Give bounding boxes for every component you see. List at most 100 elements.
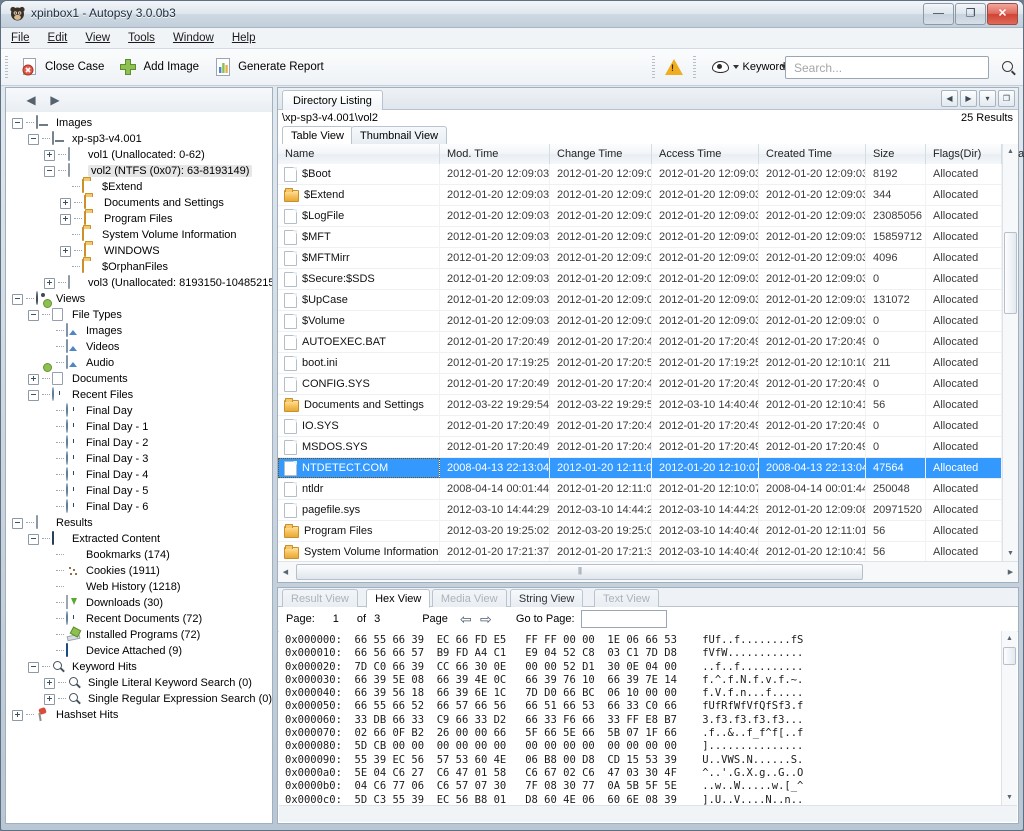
menu-file[interactable]: File — [9, 31, 32, 45]
column-header-size[interactable]: Size — [866, 144, 926, 164]
tree-item-keyword-hits[interactable]: Keyword Hits — [6, 659, 272, 675]
expand-toggle[interactable] — [60, 246, 71, 257]
tree-item-extracted-content[interactable]: Extracted Content — [6, 531, 272, 547]
tab-hex-view[interactable]: Hex View — [366, 589, 430, 608]
tree-item-final-day-3[interactable]: Final Day - 3 — [6, 451, 272, 467]
tree-item-system-volume-information[interactable]: System Volume Information — [6, 227, 272, 243]
tree-back-button[interactable]: ◀ — [20, 91, 42, 109]
search-field-wrapper[interactable] — [785, 56, 989, 79]
tree-item-vol1-unallocated-0-62[interactable]: vol1 (Unallocated: 0-62) — [6, 147, 272, 163]
tree-item-final-day-4[interactable]: Final Day - 4 — [6, 467, 272, 483]
table-row[interactable]: $Secure:$SDS2012-01-20 12:09:032012-01-2… — [278, 269, 1018, 290]
data-tree[interactable]: Imagesxp-sp3-v4.001vol1 (Unallocated: 0-… — [6, 112, 272, 823]
table-row[interactable]: $MFTMirr2012-01-20 12:09:032012-01-20 12… — [278, 248, 1018, 269]
table-row[interactable]: Documents and Settings2012-03-22 19:29:5… — [278, 395, 1018, 416]
tree-item-recent-files[interactable]: Recent Files — [6, 387, 272, 403]
table-row[interactable]: $Boot2012-01-20 12:09:032012-01-20 12:09… — [278, 164, 1018, 185]
expand-toggle[interactable] — [12, 710, 23, 721]
table-row[interactable]: $UpCase2012-01-20 12:09:032012-01-20 12:… — [278, 290, 1018, 311]
hex-vscroll-thumb[interactable] — [1003, 647, 1016, 665]
collapse-toggle[interactable] — [12, 518, 23, 529]
scroll-left-arrow-icon[interactable]: ◀ — [278, 564, 293, 579]
table-horizontal-scrollbar[interactable]: ◀ ▶ — [278, 561, 1018, 582]
collapse-toggle[interactable] — [28, 534, 39, 545]
tree-item-downloads-30[interactable]: Downloads (30) — [6, 595, 272, 611]
table-vertical-scrollbar[interactable]: ▲ ▼ — [1002, 144, 1018, 561]
tree-item-images[interactable]: Images — [6, 323, 272, 339]
expand-toggle[interactable] — [44, 278, 55, 289]
tab-list-button[interactable]: ▾ — [979, 90, 996, 107]
table-row[interactable]: pagefile.sys2012-03-10 14:44:292012-03-1… — [278, 500, 1018, 521]
tree-item-single-regular-expression-search-0[interactable]: Single Regular Expression Search (0) — [6, 691, 272, 707]
collapse-toggle[interactable] — [44, 166, 55, 177]
table-row[interactable]: Program Files2012-03-20 19:25:022012-03-… — [278, 521, 1018, 542]
tree-item-documents-and-settings[interactable]: Documents and Settings — [6, 195, 272, 211]
column-header-access-time[interactable]: Access Time — [652, 144, 759, 164]
search-input[interactable] — [792, 60, 966, 76]
expand-toggle[interactable] — [28, 374, 39, 385]
menu-window[interactable]: Window — [171, 31, 216, 45]
search-icon[interactable] — [1002, 61, 1013, 72]
hex-vertical-scrollbar[interactable]: ▲ ▼ — [1001, 631, 1017, 805]
tree-item-final-day-2[interactable]: Final Day - 2 — [6, 435, 272, 451]
tree-item-vol3-unallocated-8193150-10485215[interactable]: vol3 (Unallocated: 8193150-10485215) — [6, 275, 272, 291]
table-row[interactable]: System Volume Information2012-01-20 17:2… — [278, 542, 1018, 561]
collapse-toggle[interactable] — [28, 662, 39, 673]
table-vscroll-thumb[interactable] — [1004, 232, 1017, 314]
expand-toggle[interactable] — [44, 150, 55, 161]
expand-toggle[interactable] — [44, 694, 55, 705]
tree-item-program-files[interactable]: Program Files — [6, 211, 272, 227]
tab-table-view[interactable]: Table View — [282, 126, 353, 145]
menu-view[interactable]: View — [83, 31, 112, 45]
tree-forward-button[interactable]: ▶ — [44, 91, 66, 109]
table-row[interactable]: $LogFile2012-01-20 12:09:032012-01-20 12… — [278, 206, 1018, 227]
table-row[interactable]: MSDOS.SYS2012-01-20 17:20:492012-01-20 1… — [278, 437, 1018, 458]
scroll-down-arrow-icon[interactable]: ▼ — [1003, 546, 1018, 561]
table-row[interactable]: ntldr2008-04-14 00:01:442012-01-20 12:11… — [278, 479, 1018, 500]
close-button[interactable]: ✕ — [987, 3, 1018, 25]
tree-item-videos[interactable]: Videos — [6, 339, 272, 355]
scroll-tabs-left-button[interactable]: ◀ — [941, 90, 958, 107]
table-hscroll-thumb[interactable] — [296, 564, 863, 580]
hex-scroll-up-icon[interactable]: ▲ — [1002, 631, 1017, 646]
tree-item-final-day-1[interactable]: Final Day - 1 — [6, 419, 272, 435]
tree-item-file-types[interactable]: File Types — [6, 307, 272, 323]
table-row[interactable]: AUTOEXEC.BAT2012-01-20 17:20:492012-01-2… — [278, 332, 1018, 353]
table-row[interactable]: boot.ini2012-01-20 17:19:252012-01-20 17… — [278, 353, 1018, 374]
tree-item-bookmarks-174[interactable]: Bookmarks (174) — [6, 547, 272, 563]
table-row[interactable]: $MFT2012-01-20 12:09:032012-01-20 12:09:… — [278, 227, 1018, 248]
tree-item-orphanfiles[interactable]: $OrphanFiles — [6, 259, 272, 275]
table-row[interactable]: $Volume2012-01-20 12:09:032012-01-20 12:… — [278, 311, 1018, 332]
maximize-panel-button[interactable]: ❐ — [998, 90, 1015, 107]
scroll-tabs-right-button[interactable]: ▶ — [960, 90, 977, 107]
scroll-right-arrow-icon[interactable]: ▶ — [1003, 564, 1018, 579]
tree-item-images[interactable]: Images — [6, 115, 272, 131]
next-page-button[interactable]: ⇨ — [476, 610, 496, 628]
table-row[interactable]: CONFIG.SYS2012-01-20 17:20:492012-01-20 … — [278, 374, 1018, 395]
generate-report-button[interactable]: Generate Report — [206, 55, 331, 79]
tree-item-recent-documents-72[interactable]: Recent Documents (72) — [6, 611, 272, 627]
hex-horizontal-scrollbar[interactable] — [279, 805, 1017, 822]
tree-item-single-literal-keyword-search-0[interactable]: Single Literal Keyword Search (0) — [6, 675, 272, 691]
tree-item-final-day-6[interactable]: Final Day - 6 — [6, 499, 272, 515]
tab-directory-listing[interactable]: Directory Listing — [282, 90, 383, 110]
collapse-toggle[interactable] — [28, 390, 39, 401]
maximize-button[interactable]: ❐ — [955, 3, 986, 25]
tree-item-device-attached-9[interactable]: Device Attached (9) — [6, 643, 272, 659]
file-table-body[interactable]: $Boot2012-01-20 12:09:032012-01-20 12:09… — [278, 164, 1018, 561]
tree-item-extend[interactable]: $Extend — [6, 179, 272, 195]
collapse-toggle[interactable] — [28, 310, 39, 321]
column-header-name[interactable]: Name — [278, 144, 440, 164]
collapse-toggle[interactable] — [12, 118, 23, 129]
close-case-button[interactable]: Close Case — [13, 55, 111, 79]
tree-item-xp-sp3-v4-001[interactable]: xp-sp3-v4.001 — [6, 131, 272, 147]
table-row[interactable]: NTDETECT.COM2008-04-13 22:13:042012-01-2… — [278, 458, 1018, 479]
tab-string-view[interactable]: String View — [510, 589, 583, 607]
tree-item-windows[interactable]: WINDOWS — [6, 243, 272, 259]
scroll-up-arrow-icon[interactable]: ▲ — [1003, 144, 1018, 159]
tree-item-results[interactable]: Results — [6, 515, 272, 531]
menu-help[interactable]: Help — [230, 31, 258, 45]
expand-toggle[interactable] — [60, 214, 71, 225]
column-header-change-time[interactable]: Change Time — [550, 144, 652, 164]
column-header-mod-time[interactable]: Mod. Time — [440, 144, 550, 164]
